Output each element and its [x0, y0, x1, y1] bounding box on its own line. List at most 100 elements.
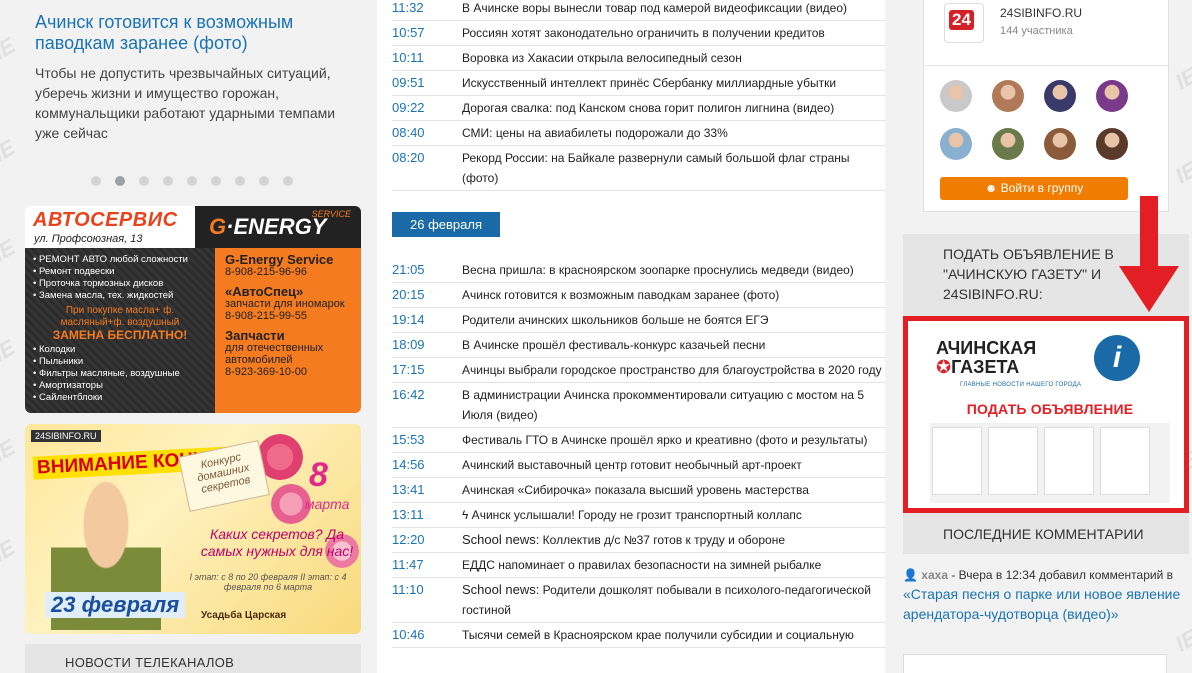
news-title-link[interactable]: ЕДДС напоминает о правилах безопасности …: [462, 553, 885, 577]
slider-dots: [91, 176, 293, 186]
comment-user[interactable]: хаха: [921, 568, 948, 582]
info-circle-logo: i: [1094, 335, 1140, 381]
latest-comment: 👤 хаха - Вчера в 12:34 добавил комментар…: [903, 566, 1189, 625]
autoservice-promo: При покупке масла+ ф. масляный+ф. воздуш…: [60, 305, 180, 328]
slider-dot[interactable]: [211, 176, 221, 186]
news-item[interactable]: 11:10 School news: Родители дошколят побы…: [392, 578, 885, 623]
join-group-button[interactable]: ☻ Войти в группу: [940, 177, 1128, 200]
user-icon: 👤: [903, 568, 918, 582]
news-item[interactable]: 19:14 Родители ачинских школьников больше…: [392, 308, 885, 333]
news-title-link[interactable]: Весна пришла: в красноярском зоопарке пр…: [462, 258, 885, 282]
service-item: РЕМОНТ АВТО любой сложности: [33, 254, 207, 266]
news-feed: 11:32 В Ачинске воры вынесли товар под ка…: [377, 0, 885, 673]
news-title-link[interactable]: Фестиваль ГТО в Ачинске прошёл ярко и кр…: [462, 428, 885, 452]
member-avatar[interactable]: [940, 80, 972, 112]
group-logo[interactable]: 24: [944, 3, 984, 43]
news-title-link[interactable]: Искусственный интеллект принёс Сбербанку…: [462, 71, 885, 95]
news-item[interactable]: 20:15 Ачинск готовится к возможным паводк…: [392, 283, 885, 308]
slider-dot[interactable]: [91, 176, 101, 186]
watermark: IE: [0, 32, 20, 65]
slider-dot[interactable]: [235, 176, 245, 186]
tv-news-heading[interactable]: НОВОСТИ ТЕЛЕКАНАЛОВ: [25, 644, 361, 673]
news-item[interactable]: 11:47 ЕДДС напоминает о правилах безопасн…: [392, 553, 885, 578]
post-ad-banner[interactable]: АЧИНСКАЯ ✪ГАЗЕТА ГЛАВНЫЕ НОВОСТИ НАШЕГО Г…: [903, 316, 1189, 513]
member-avatar[interactable]: [1044, 80, 1076, 112]
school-news-prefix: School news:: [462, 532, 540, 547]
member-avatar[interactable]: [940, 128, 972, 160]
news-item[interactable]: 18:09 В Ачинске прошёл фестиваль-конкурс …: [392, 333, 885, 358]
contact-block: «АвтоСпец» запчасти для иномарок 8-908-2…: [225, 284, 345, 322]
news-title-link[interactable]: Ачинцы выбрали городское пространство дл…: [462, 358, 885, 382]
school-news-prefix: School news:: [462, 582, 540, 597]
news-item[interactable]: 14:56 Ачинский выставочный центр готовит …: [392, 453, 885, 478]
news-item[interactable]: 17:15 Ачинцы выбрали городское пространст…: [392, 358, 885, 383]
slider-title[interactable]: Ачинск готовится к возможным паводкам за…: [35, 12, 355, 54]
comments-heading: ПОСЛЕДНИЕ КОММЕНТАРИИ: [943, 526, 1144, 542]
march-8-label: марта: [305, 496, 350, 512]
slider-dot[interactable]: [259, 176, 269, 186]
news-title-link[interactable]: Ачинский выставочный центр готовит необы…: [462, 453, 885, 477]
member-avatar[interactable]: [1044, 128, 1076, 160]
left-column: Ачинск готовится к возможным паводкам за…: [25, 0, 361, 673]
feather-icon: ✪: [936, 357, 952, 377]
news-time: 13:11: [392, 507, 424, 522]
news-item[interactable]: 09:22 Дорогая свалка: под Канском снова г…: [392, 96, 885, 121]
watermark: IE: [0, 534, 20, 567]
contest-banner[interactable]: 24SIBINFO.RU ВНИМАНИЕ КОНКУРС! Конкурс д…: [25, 424, 361, 634]
slider-dot[interactable]: [283, 176, 293, 186]
news-item[interactable]: 08:40 СМИ: цены на авиабилеты подорожали …: [392, 121, 885, 146]
news-title-link[interactable]: Дорогая свалка: под Канском снова горит …: [462, 96, 885, 120]
autoservice-title: АВТОСЕРВИС: [33, 209, 178, 231]
news-title-link[interactable]: School news: Коллектив д/с №37 готов к т…: [462, 528, 885, 552]
news-title-text: Коллектив д/с №37 готов к труду и оборон…: [539, 533, 785, 547]
slider-dot[interactable]: [139, 176, 149, 186]
date-badge: 26 февраля: [392, 212, 500, 237]
news-time: 09:51: [392, 75, 425, 90]
slider-dot-active[interactable]: [115, 176, 125, 186]
part-item: Сайлентблоки: [33, 392, 207, 404]
news-time: 11:10: [392, 582, 424, 597]
news-item[interactable]: 15:53 Фестиваль ГТО в Ачинске прошёл ярко…: [392, 428, 885, 453]
group-members: 144 участника: [1000, 25, 1073, 37]
news-title-link[interactable]: Ачинская «Сибирочка» показала высший уро…: [462, 478, 885, 502]
group-name[interactable]: 24SIBINFO.RU: [1000, 6, 1082, 20]
news-title-link[interactable]: Россиян хотят законодательно ограничить …: [462, 21, 885, 45]
news-title-link[interactable]: В Ачинске воры вынесли товар под камерой…: [462, 0, 885, 20]
news-item[interactable]: 08:20 Рекорд России: на Байкале развернул…: [392, 146, 885, 191]
news-item[interactable]: 21:05 Весна пришла: в красноярском зоопар…: [392, 258, 885, 283]
news-item[interactable]: 10:57 Россиян хотят законодательно ограни…: [392, 21, 885, 46]
news-time: 15:53: [392, 432, 425, 447]
news-item[interactable]: 09:51 Искусственный интеллект принёс Сбер…: [392, 71, 885, 96]
achinsk-gazeta-logo: АЧИНСКАЯ ✪ГАЗЕТА: [936, 338, 1037, 377]
member-avatar[interactable]: [992, 80, 1024, 112]
news-item[interactable]: 10:46 Тысячи семей в Красноярском крае по…: [392, 623, 885, 648]
news-title-link[interactable]: Родители ачинских школьников больше не б…: [462, 308, 885, 332]
news-list-top: 11:32 В Ачинске воры вынесли товар под ка…: [392, 0, 885, 191]
news-item[interactable]: 10:11 Воровка из Хакасии открыла велосипе…: [392, 46, 885, 71]
news-title-link[interactable]: В администрации Ачинска прокомментировал…: [462, 383, 885, 427]
news-item[interactable]: 13:11 ϟ Ачинск услышали! Городу не грозит…: [392, 503, 885, 528]
news-title-link[interactable]: ϟ Ачинск услышали! Городу не грозит тран…: [462, 503, 885, 527]
news-title-link[interactable]: СМИ: цены на авиабилеты подорожали до 33…: [462, 121, 885, 145]
right-column: 24 24SIBINFO.RU 144 участника ☻ Войти в …: [903, 0, 1192, 673]
news-title-link[interactable]: В Ачинске прошёл фестиваль-конкурс казач…: [462, 333, 885, 357]
news-title-link[interactable]: Рекорд России: на Байкале развернули сам…: [462, 146, 885, 190]
news-item[interactable]: 16:42 В администрации Ачинска прокомменти…: [392, 383, 885, 428]
member-avatar[interactable]: [1096, 80, 1128, 112]
slider-dot[interactable]: [163, 176, 173, 186]
news-title-link[interactable]: School news: Родители дошколят побывали …: [462, 578, 885, 622]
part-item: Фильтры масляные, воздушные: [33, 368, 207, 380]
comment-article-link[interactable]: «Старая песня о парке или новое явление …: [903, 586, 1180, 622]
news-title-link[interactable]: Воровка из Хакасии открыла велосипедный …: [462, 46, 885, 70]
news-item[interactable]: 13:41 Ачинская «Сибирочка» показала высши…: [392, 478, 885, 503]
news-title-link[interactable]: Ачинск готовится к возможным паводкам за…: [462, 283, 885, 307]
news-title-link[interactable]: Тысячи семей в Красноярском крае получил…: [462, 623, 885, 647]
slider-dot[interactable]: [187, 176, 197, 186]
watermark: IE: [0, 434, 20, 467]
news-item[interactable]: 11:32 В Ачинске воры вынесли товар под ка…: [392, 0, 885, 21]
autoservice-banner[interactable]: АВТОСЕРВИС ул. Профсоюзная, 13 G·ENERGY …: [25, 206, 361, 413]
member-avatar[interactable]: [1096, 128, 1128, 160]
ok-icon: ☻: [984, 181, 1001, 195]
member-avatar[interactable]: [992, 128, 1024, 160]
news-item[interactable]: 12:20 School news: Коллектив д/с №37 гото…: [392, 528, 885, 553]
